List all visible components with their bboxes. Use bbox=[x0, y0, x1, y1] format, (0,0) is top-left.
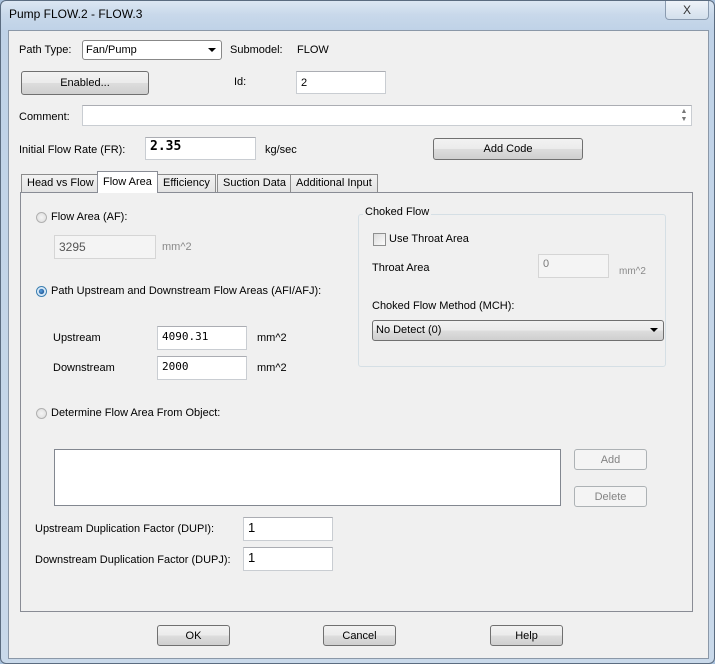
dupi-input[interactable]: 1 bbox=[243, 517, 333, 541]
initial-flow-rate-unit: kg/sec bbox=[265, 144, 297, 156]
upstream-unit: mm^2 bbox=[257, 332, 287, 344]
enabled-button[interactable]: Enabled... bbox=[21, 71, 149, 95]
from-object-radio[interactable] bbox=[36, 408, 47, 419]
from-object-label: Determine Flow Area From Object: bbox=[51, 407, 221, 419]
tab-suction-data[interactable]: Suction Data bbox=[217, 174, 292, 192]
tab-additional-input[interactable]: Additional Input bbox=[290, 174, 378, 192]
initial-flow-rate-label: Initial Flow Rate (FR): bbox=[19, 144, 126, 156]
flow-area-unit: mm^2 bbox=[162, 241, 192, 253]
tab-head-vs-flow[interactable]: Head vs Flow bbox=[21, 174, 100, 192]
scroll-up-icon: ▲ bbox=[680, 108, 688, 115]
choked-flow-method-value: No Detect (0) bbox=[376, 324, 442, 336]
flow-area-radio[interactable] bbox=[36, 212, 47, 223]
dupj-input[interactable]: 1 bbox=[243, 547, 333, 571]
choked-flow-title: Choked Flow bbox=[363, 206, 432, 218]
initial-flow-rate-input[interactable]: 2.35 bbox=[145, 137, 256, 160]
dialog-window: Pump FLOW.2 - FLOW.3 X Path Type: Fan/Pu… bbox=[0, 0, 715, 664]
chevron-down-icon bbox=[208, 48, 216, 52]
upstream-label: Upstream bbox=[53, 332, 101, 344]
help-button[interactable]: Help bbox=[490, 625, 563, 646]
use-throat-area-label: Use Throat Area bbox=[389, 233, 469, 245]
close-button[interactable]: X bbox=[665, 1, 709, 20]
object-list[interactable] bbox=[54, 449, 561, 506]
ok-button[interactable]: OK bbox=[157, 625, 230, 646]
id-label: Id: bbox=[234, 76, 247, 88]
choked-flow-method-select[interactable]: No Detect (0) bbox=[372, 320, 664, 341]
chevron-down-icon bbox=[650, 328, 658, 332]
id-input[interactable]: 2 bbox=[296, 71, 386, 94]
comment-label: Comment: bbox=[19, 111, 70, 123]
downstream-label: Downstream bbox=[53, 362, 115, 374]
delete-object-button[interactable]: Delete bbox=[574, 486, 647, 507]
tab-flow-area[interactable]: Flow Area bbox=[97, 171, 158, 193]
downstream-input[interactable]: 2000 bbox=[157, 356, 247, 380]
dialog-client-area: Path Type: Fan/Pump Submodel: FLOW Enabl… bbox=[8, 30, 709, 659]
choked-flow-method-label: Choked Flow Method (MCH): bbox=[372, 300, 515, 312]
path-areas-label: Path Upstream and Downstream Flow Areas … bbox=[51, 285, 322, 297]
use-throat-area-checkbox[interactable] bbox=[373, 233, 386, 246]
flow-area-input[interactable]: 3295 bbox=[54, 235, 156, 259]
submodel-value: FLOW bbox=[297, 44, 329, 56]
throat-area-input[interactable]: 0 bbox=[538, 254, 609, 278]
flow-area-panel: Flow Area (AF): 3295 mm^2 Path Upstream … bbox=[20, 192, 693, 612]
comment-scrollbar[interactable]: ▲ ▼ bbox=[677, 106, 691, 126]
dupi-label: Upstream Duplication Factor (DUPI): bbox=[35, 523, 215, 535]
submodel-label: Submodel: bbox=[230, 44, 283, 56]
flow-area-label: Flow Area (AF): bbox=[51, 211, 128, 223]
throat-area-label: Throat Area bbox=[372, 262, 430, 274]
tab-efficiency[interactable]: Efficiency bbox=[157, 174, 216, 192]
throat-area-unit: mm^2 bbox=[619, 266, 646, 277]
path-areas-radio[interactable] bbox=[36, 286, 47, 297]
window-title: Pump FLOW.2 - FLOW.3 bbox=[9, 7, 143, 21]
close-icon: X bbox=[682, 3, 691, 17]
add-object-button[interactable]: Add bbox=[574, 449, 647, 470]
path-type-value: Fan/Pump bbox=[86, 44, 137, 56]
scroll-down-icon: ▼ bbox=[680, 116, 688, 123]
path-type-label: Path Type: bbox=[19, 44, 72, 56]
upstream-input[interactable]: 4090.31 bbox=[157, 326, 247, 350]
downstream-unit: mm^2 bbox=[257, 362, 287, 374]
cancel-button[interactable]: Cancel bbox=[323, 625, 396, 646]
add-code-button[interactable]: Add Code bbox=[433, 138, 583, 160]
comment-input[interactable] bbox=[82, 105, 692, 126]
path-type-select[interactable]: Fan/Pump bbox=[82, 40, 222, 60]
dupj-label: Downstream Duplication Factor (DUPJ): bbox=[35, 554, 231, 566]
